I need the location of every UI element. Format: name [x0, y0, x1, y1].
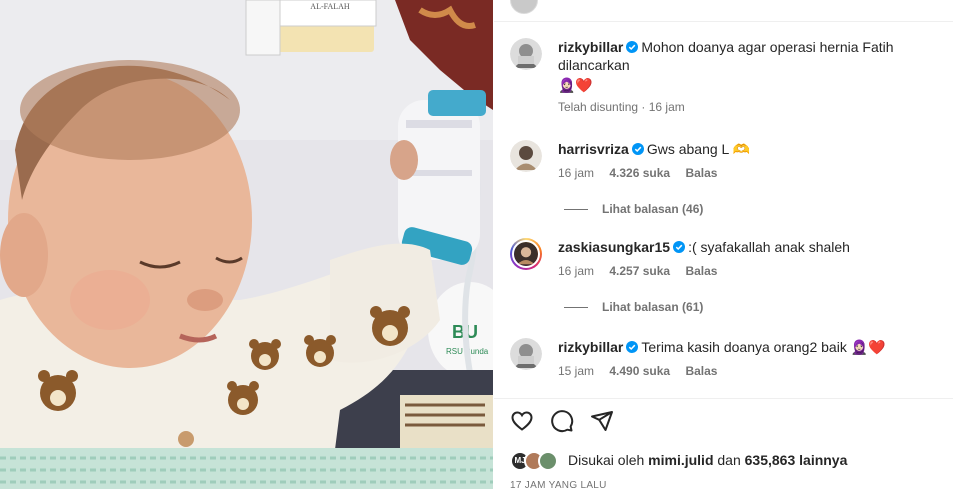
comment-text: Gws abang L 🫶 — [646, 141, 751, 157]
comment-time: 15 jam — [558, 364, 595, 378]
comment-time: Telah disunting · 16 jam — [558, 100, 685, 114]
book-label: AL-FALAH — [310, 2, 350, 11]
verified-badge-icon — [626, 41, 639, 53]
view-replies-label: Lihat balasan (61) — [602, 300, 704, 314]
comment-emojis: 🧕🏻❤️ — [558, 77, 593, 93]
avatar[interactable] — [510, 140, 542, 172]
heart-outline-icon[interactable] — [510, 409, 534, 433]
avatar-image-icon — [510, 338, 542, 370]
comment-username[interactable]: rizkybillar — [558, 39, 623, 55]
post-photo[interactable]: AL-FALAH BU RSU Bunda — [0, 0, 493, 489]
comment-meta: 16 jam 4.257 suka Balas — [558, 264, 729, 278]
reply-button[interactable]: Balas — [685, 364, 717, 378]
avatar-image-icon — [512, 240, 540, 268]
comment-bubble-icon[interactable] — [550, 409, 574, 433]
comment-meta: Telah disunting · 16 jam — [558, 100, 697, 114]
comment-meta: 15 jam 4.490 suka Balas — [558, 364, 729, 378]
likes-count[interactable]: 635,863 lainnya — [745, 452, 848, 468]
verified-badge-icon — [673, 241, 686, 253]
post-author-avatar[interactable] — [510, 0, 538, 14]
avatar[interactable] — [510, 38, 542, 70]
reply-button[interactable]: Balas — [685, 264, 717, 278]
post-header-strip — [494, 0, 953, 22]
likes-prefix: Disukai oleh — [568, 452, 649, 468]
book: AL-FALAH — [245, 0, 377, 56]
view-replies-button[interactable]: Lihat balasan (46) — [564, 202, 703, 216]
baby-photo-illustration: AL-FALAH BU RSU Bunda — [0, 0, 493, 489]
likes-middle: dan — [713, 452, 745, 468]
comment-text: :( syafakallah anak shaleh — [688, 239, 850, 255]
comment-username[interactable]: harrisvriza — [558, 141, 629, 157]
comment-meta: 16 jam 4.326 suka Balas — [558, 166, 729, 180]
view-replies-button[interactable]: Lihat balasan (61) — [564, 300, 703, 314]
post-action-bar — [494, 398, 953, 442]
reply-button[interactable]: Balas — [685, 166, 717, 180]
comment-time: 16 jam — [558, 166, 595, 180]
liker-avatars[interactable]: MJ — [510, 450, 570, 472]
comments-panel: rizkybillar Mohon doanya agar operasi her… — [494, 0, 953, 489]
paper-plane-icon[interactable] — [590, 409, 614, 433]
verified-badge-icon — [626, 341, 639, 353]
liker-avatar — [538, 451, 558, 471]
comment-username[interactable]: rizkybillar — [558, 339, 623, 355]
avatar-image-icon — [510, 38, 542, 70]
avatar[interactable] — [510, 338, 542, 370]
liker-username[interactable]: mimi.julid — [648, 452, 713, 468]
view-replies-label: Lihat balasan (46) — [602, 202, 704, 216]
replies-divider-line — [564, 307, 588, 309]
avatar[interactable] — [510, 238, 542, 270]
comment-likes[interactable]: 4.326 suka — [609, 166, 670, 180]
comment-text: Terima kasih doanya orang2 baik 🧕🏻❤️ — [641, 339, 886, 355]
comment-likes[interactable]: 4.257 suka — [609, 264, 670, 278]
comment-likes[interactable]: 4.490 suka — [609, 364, 670, 378]
comment-time: 16 jam — [558, 264, 595, 278]
likes-text: Disukai oleh mimi.julid dan 635,863 lain… — [568, 452, 847, 468]
avatar-image-icon — [510, 140, 542, 172]
comment-username[interactable]: zaskiasungkar15 — [558, 239, 670, 255]
replies-divider-line — [564, 209, 588, 211]
post-time-ago: 17 JAM YANG LALU — [510, 480, 607, 489]
verified-badge-icon — [631, 143, 644, 155]
